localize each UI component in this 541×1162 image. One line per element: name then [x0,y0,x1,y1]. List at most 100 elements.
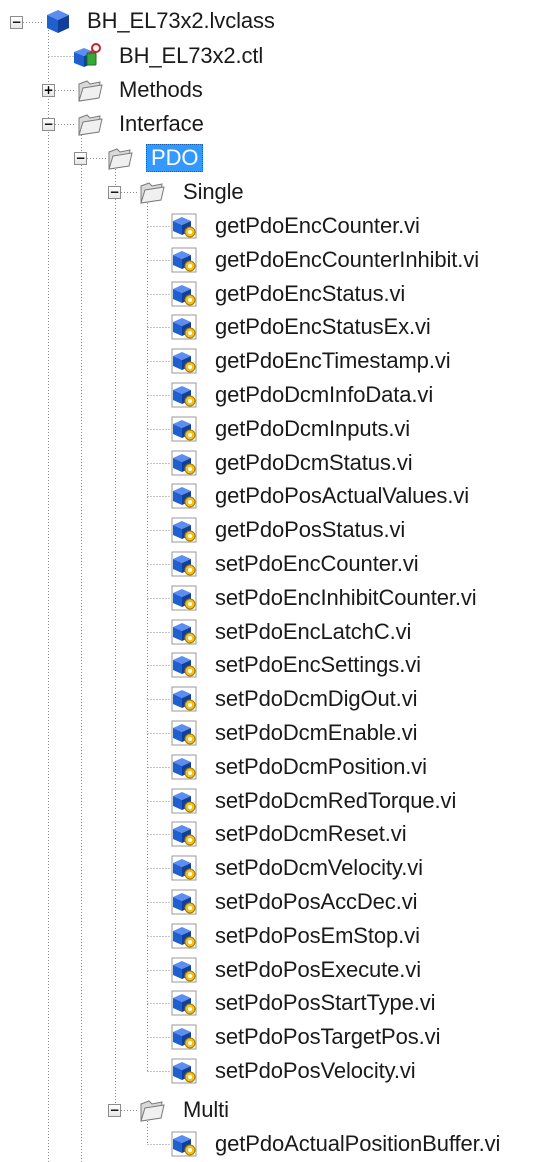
tree-item-label: getPdoPosStatus.vi [215,517,406,543]
list-item[interactable]: setPdoEncCounter.vi [212,547,422,581]
vi-method-icon [171,923,197,949]
vi-method-icon [171,754,197,780]
list-item[interactable]: getPdoDcmInfoData.vi [212,378,436,412]
list-item[interactable]: setPdoPosAccDec.vi [212,885,420,919]
vi-method-icon [171,382,197,408]
tree-item-label: setPdoPosVelocity.vi [215,1058,416,1083]
vi-method-icon [171,416,197,442]
list-item[interactable]: getPdoActualPositionBuffer.vi [212,1127,503,1161]
tree-item-multi[interactable]: Multi [180,1093,232,1127]
tree-item-label: getPdoDcmInfoData.vi [215,382,434,407]
list-item[interactable]: setPdoDcmReset.vi [212,817,409,851]
vi-method-icon [171,821,197,847]
tree-item-label: setPdoEncInhibitCounter.vi [215,584,477,610]
vi-method-icon [171,889,197,915]
tree-item-label: Methods [119,77,203,102]
vi-method-icon [171,450,197,476]
tree-item-label: setPdoPosStartType.vi [215,990,436,1016]
list-item[interactable]: getPdoEncTimestamp.vi [212,344,454,378]
list-item[interactable]: setPdoPosExecute.vi [212,953,424,987]
tree-item-label: Interface [119,111,204,136]
list-item[interactable]: getPdoEncCounter.vi [212,209,423,243]
tree-item-label: getPdoDcmStatus.vi [215,449,413,475]
tree-item-label: Multi [183,1097,229,1122]
vi-method-icon [171,483,197,509]
vi-method-icon [171,281,197,307]
vi-method-icon [171,990,197,1016]
list-item[interactable]: setPdoPosVelocity.vi [212,1054,419,1088]
list-item[interactable]: setPdoDcmDigOut.vi [212,682,420,716]
list-item[interactable]: setPdoEncLatchC.vi [212,615,414,649]
vi-method-icon [171,517,197,543]
folder-icon [78,80,103,102]
tree-item-label: setPdoDcmRedTorque.vi [215,787,457,813]
tree-item-label: setPdoEncLatchC.vi [215,618,412,644]
tree-item-label: getPdoEncCounterInhibit.vi [215,246,480,272]
vi-method-icon [171,348,197,374]
expand-toggle-pdo[interactable]: − [74,152,87,165]
list-item[interactable]: setPdoEncInhibitCounter.vi [212,581,480,615]
tree-item-ctl[interactable]: BH_EL73x2.ctl [116,39,266,73]
tree-item-label: getPdoEncTimestamp.vi [215,348,451,374]
vi-method-icon [171,551,197,577]
expand-toggle-interface[interactable]: − [42,118,55,131]
tree-item-label: setPdoDcmVelocity.vi [215,855,423,881]
vi-method-icon [171,1024,197,1050]
tree-item-label: getPdoEncCounter.vi [215,213,420,238]
vi-method-icon [171,619,197,645]
vi-method-icon [171,855,197,881]
list-item[interactable]: getPdoDcmInputs.vi [212,412,413,446]
tree-item-single[interactable]: Single [180,175,247,209]
tree-item-label: BH_EL73x2.lvclass [87,8,275,33]
vi-method-icon [171,585,197,611]
lvclass-cube-icon [47,10,69,33]
tree-item-label: BH_EL73x2.ctl [119,43,264,68]
list-item[interactable]: setPdoDcmEnable.vi [212,716,420,750]
tree-item-label: setPdoDcmDigOut.vi [215,686,418,712]
folder-icon [78,114,103,136]
vi-method-icon [171,957,197,983]
expand-toggle-methods[interactable]: + [42,84,55,97]
list-item[interactable]: getPdoEncStatus.vi [212,277,408,311]
vi-method-icon [171,652,197,678]
list-item[interactable]: setPdoPosStartType.vi [212,986,438,1020]
tree-item-label: getPdoEncStatusEx.vi [215,314,431,340]
expand-toggle-root[interactable]: − [10,16,23,29]
list-item[interactable]: getPdoEncStatusEx.vi [212,310,434,344]
vi-method-icon [171,1131,197,1157]
vi-method-icon [171,314,197,340]
tree-item-label: setPdoPosTargetPos.vi [215,1024,441,1050]
tree-item-label: setPdoDcmEnable.vi [215,720,418,745]
tree-item-label: getPdoPosActualValues.vi [215,483,470,509]
tree-item-label: setPdoPosExecute.vi [215,956,421,982]
tree-item-label: Single [183,179,244,204]
expand-toggle-single[interactable]: − [108,186,121,199]
list-item[interactable]: getPdoPosStatus.vi [212,513,408,547]
list-item[interactable]: getPdoDcmStatus.vi [212,446,416,480]
list-item[interactable]: getPdoEncCounterInhibit.vi [212,243,482,277]
tree-item-interface[interactable]: Interface [116,107,207,141]
tree-item-root[interactable]: BH_EL73x2.lvclass [84,4,278,38]
vi-method-icon [171,788,197,814]
list-item[interactable]: getPdoPosActualValues.vi [212,479,472,513]
ctl-control-icon [74,43,101,67]
tree-item-label: setPdoPosEmStop.vi [215,922,420,948]
vi-method-icon [171,1058,197,1084]
folder-icon [140,1100,165,1122]
list-item[interactable]: setPdoDcmVelocity.vi [212,851,426,885]
tree-item-label: getPdoDcmInputs.vi [215,415,411,441]
vi-method-icon [171,720,197,746]
list-item[interactable]: setPdoDcmPosition.vi [212,750,430,784]
vi-method-icon [171,686,197,712]
project-tree: − BH_EL73x2.lvclass BH_EL73x2.ctl + Meth… [0,0,541,1162]
tree-item-methods[interactable]: Methods [116,73,206,107]
list-item[interactable]: setPdoEncSettings.vi [212,648,424,682]
list-item[interactable]: setPdoDcmRedTorque.vi [212,784,459,818]
tree-item-pdo[interactable]: PDO [146,141,204,175]
tree-item-label: setPdoEncCounter.vi [215,551,419,576]
vi-method-icon [171,213,197,239]
expand-toggle-multi[interactable]: − [108,1104,121,1117]
tree-item-label: setPdoDcmPosition.vi [215,753,427,779]
list-item[interactable]: setPdoPosTargetPos.vi [212,1020,443,1054]
list-item[interactable]: setPdoPosEmStop.vi [212,919,423,953]
